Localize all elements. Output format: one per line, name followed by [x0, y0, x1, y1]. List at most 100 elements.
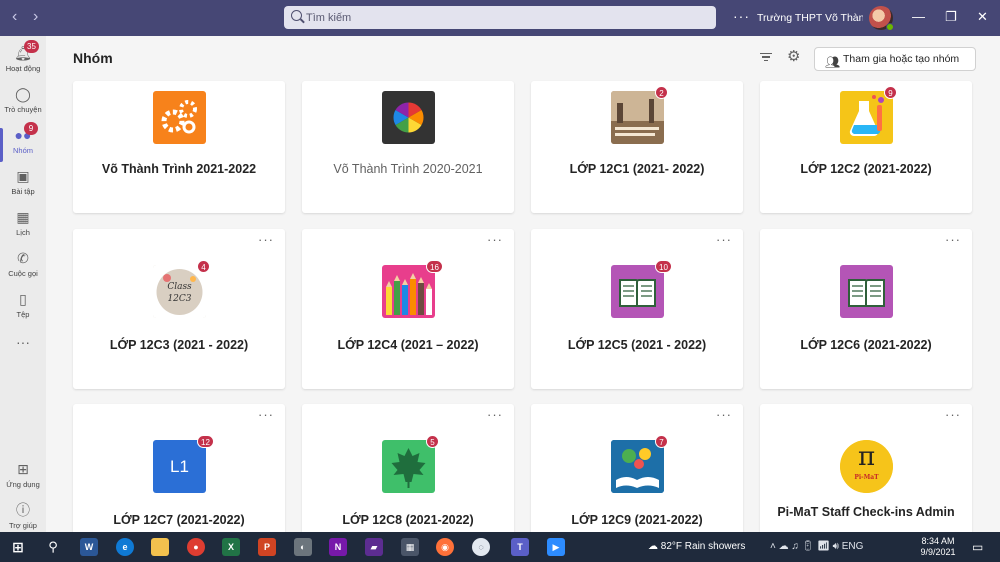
color-wheel-icon — [382, 91, 435, 144]
apps-icon: ⊞ — [17, 461, 29, 477]
book-icon — [840, 265, 893, 318]
chrome-icon[interactable]: ● — [187, 538, 205, 556]
presence-available-icon — [886, 23, 894, 31]
minimize-icon[interactable]: — — [912, 10, 925, 23]
unread-badge: 10 — [655, 260, 672, 273]
rail-label: Tệp — [16, 310, 30, 319]
team-name[interactable]: LỚP 12C8 (2021-2022) — [308, 513, 508, 528]
rail-more[interactable]: ··· — [0, 333, 46, 353]
team-card[interactable]: ··· 16 LỚP 12C4 (2021 – 2022) — [302, 229, 514, 389]
search-input[interactable] — [306, 9, 686, 26]
book-icon — [611, 265, 664, 318]
time: 8:34 AM — [921, 536, 955, 546]
team-card[interactable]: ··· L1 12 LỚP 12C7 (2021-2022) — [73, 404, 285, 532]
rail-item-calls[interactable]: ✆ Cuộc gọi — [0, 249, 46, 289]
search-icon[interactable]: ⚲ — [44, 538, 62, 556]
restore-icon[interactable]: ❐ — [945, 10, 957, 23]
team-card[interactable]: ··· π Pi-MaT Pi-MaT Staff Check-ins Admin — [760, 404, 972, 532]
windows-start-icon[interactable]: ⊞ — [9, 538, 27, 556]
powerpoint-icon[interactable]: P — [258, 538, 276, 556]
team-name[interactable]: Võ Thành Trình 2020-2021 — [308, 162, 508, 177]
unread-badge: 9 — [884, 86, 897, 99]
zoom-icon[interactable]: ▶ — [547, 538, 565, 556]
language-indicator[interactable]: ENG — [842, 541, 864, 552]
onenote-icon[interactable]: N — [329, 538, 347, 556]
teams-taskbar-icon[interactable]: T — [511, 538, 529, 556]
team-card[interactable]: ··· 5 LỚP 12C8 (2021-2022) — [302, 404, 514, 532]
rail-item-teams[interactable]: ●● 9 Nhóm — [0, 122, 46, 166]
unread-badge: 12 — [197, 435, 214, 448]
more-options-icon[interactable]: ··· — [258, 233, 274, 246]
rail-label: Trợ giúp — [9, 521, 37, 530]
more-options-icon[interactable]: ··· — [716, 233, 732, 246]
filter-icon[interactable] — [759, 51, 773, 65]
more-icon: ··· — [16, 334, 30, 350]
org-name[interactable]: Trường THPT Võ Thành T... — [757, 12, 863, 24]
clock[interactable]: 8:34 AM 9/9/2021 — [916, 536, 960, 558]
more-options-icon[interactable]: ··· — [945, 408, 961, 421]
forward-icon[interactable]: › — [33, 9, 38, 25]
rail-item-activity[interactable]: 🔔︎ 35 Hoạt động — [0, 40, 46, 84]
calculator-icon[interactable]: ▦ — [401, 538, 419, 556]
word-icon[interactable]: W — [80, 538, 98, 556]
more-options-icon[interactable]: ··· — [487, 233, 503, 246]
close-icon[interactable]: ✕ — [977, 10, 988, 23]
team-card[interactable]: ··· 10 LỚP 12C5 (2021 - 2022) — [531, 229, 743, 389]
team-card[interactable]: Võ Thành Trình 2020-2021 — [302, 81, 514, 213]
pencils-icon — [382, 265, 435, 318]
more-options-icon[interactable]: ··· — [716, 408, 732, 421]
unread-badge: 7 — [655, 435, 668, 448]
team-name[interactable]: LỚP 12C6 (2021-2022) — [766, 338, 966, 353]
initials-icon: L1 — [153, 440, 206, 493]
team-card[interactable]: ··· LỚP 12C6 (2021-2022) — [760, 229, 972, 389]
gear-icon[interactable]: ⚙ — [787, 49, 800, 64]
more-options-icon[interactable]: ··· — [487, 408, 503, 421]
edge-icon[interactable]: e — [116, 538, 134, 556]
file-icon: ▯ — [19, 291, 27, 307]
team-name[interactable]: LỚP 12C2 (2021-2022) — [766, 162, 966, 177]
app-icon[interactable]: ◌ — [472, 538, 490, 556]
svg-text:12C3: 12C3 — [167, 294, 191, 304]
team-name[interactable]: LỚP 12C5 (2021 - 2022) — [537, 338, 737, 353]
more-options-icon[interactable]: ··· — [733, 9, 750, 23]
team-card[interactable]: Võ Thành Trình 2021-2022 — [73, 81, 285, 213]
assignments-icon: ▣ — [16, 168, 30, 184]
join-or-create-team-button[interactable]: 👥︎ Tham gia hoặc tạo nhóm — [814, 47, 976, 71]
team-card[interactable]: 2 LỚP 12C1 (2021- 2022) — [531, 81, 743, 213]
system-tray[interactable]: ˄ ☁ ♫ 🔋︎ 📶︎ 🔊︎ ENG — [770, 541, 863, 552]
rail-item-calendar[interactable]: ▦ Lịch — [0, 208, 46, 248]
gears-icon — [153, 91, 206, 144]
team-name[interactable]: LỚP 12C3 (2021 - 2022) — [79, 338, 279, 353]
avatar[interactable] — [869, 6, 894, 31]
team-name[interactable]: Võ Thành Trình 2021-2022 — [79, 162, 279, 177]
unread-badge: 5 — [426, 435, 439, 448]
team-card[interactable]: ··· Class 12C3 4 LỚP 12C3 (2021 - 2022) — [73, 229, 285, 389]
more-options-icon[interactable]: ··· — [945, 233, 961, 246]
firefox-icon[interactable]: ◉ — [436, 538, 454, 556]
sticker-icon: Class 12C3 — [153, 265, 206, 318]
team-name[interactable]: LỚP 12C9 (2021-2022) — [537, 513, 737, 528]
app-icon[interactable]: ▰ — [365, 538, 383, 556]
weather[interactable]: ☁ 82°F Rain showers — [648, 541, 745, 552]
rail-item-assignments[interactable]: ▣ Bài tập — [0, 167, 46, 207]
team-name[interactable]: LỚP 12C7 (2021-2022) — [79, 513, 279, 528]
app-icon[interactable]: ◐ — [294, 538, 312, 556]
search-box[interactable] — [284, 6, 716, 29]
rail-item-apps[interactable]: ⊞ Ứng dụng — [0, 460, 46, 500]
chat-icon: ◯ — [15, 86, 31, 102]
team-card[interactable]: 9 LỚP 12C2 (2021-2022) — [760, 81, 972, 213]
date: 9/9/2021 — [920, 547, 956, 557]
team-name[interactable]: LỚP 12C1 (2021- 2022) — [537, 162, 737, 177]
notification-icon[interactable]: ▭ — [972, 540, 983, 554]
excel-icon[interactable]: X — [222, 538, 240, 556]
svg-text:Class: Class — [167, 282, 192, 292]
more-options-icon[interactable]: ··· — [258, 408, 274, 421]
phone-icon: ✆ — [17, 250, 29, 266]
back-icon[interactable]: ‹ — [12, 9, 17, 25]
team-name[interactable]: Pi-MaT Staff Check-ins Admin — [766, 505, 966, 520]
team-card[interactable]: ··· 7 LỚP 12C9 (2021-2022) — [531, 404, 743, 532]
rail-item-chat[interactable]: ◯ Trò chuyện — [0, 85, 46, 125]
rail-item-files[interactable]: ▯ Tệp — [0, 290, 46, 330]
file-explorer-icon[interactable] — [151, 538, 169, 556]
team-name[interactable]: LỚP 12C4 (2021 – 2022) — [308, 338, 508, 353]
